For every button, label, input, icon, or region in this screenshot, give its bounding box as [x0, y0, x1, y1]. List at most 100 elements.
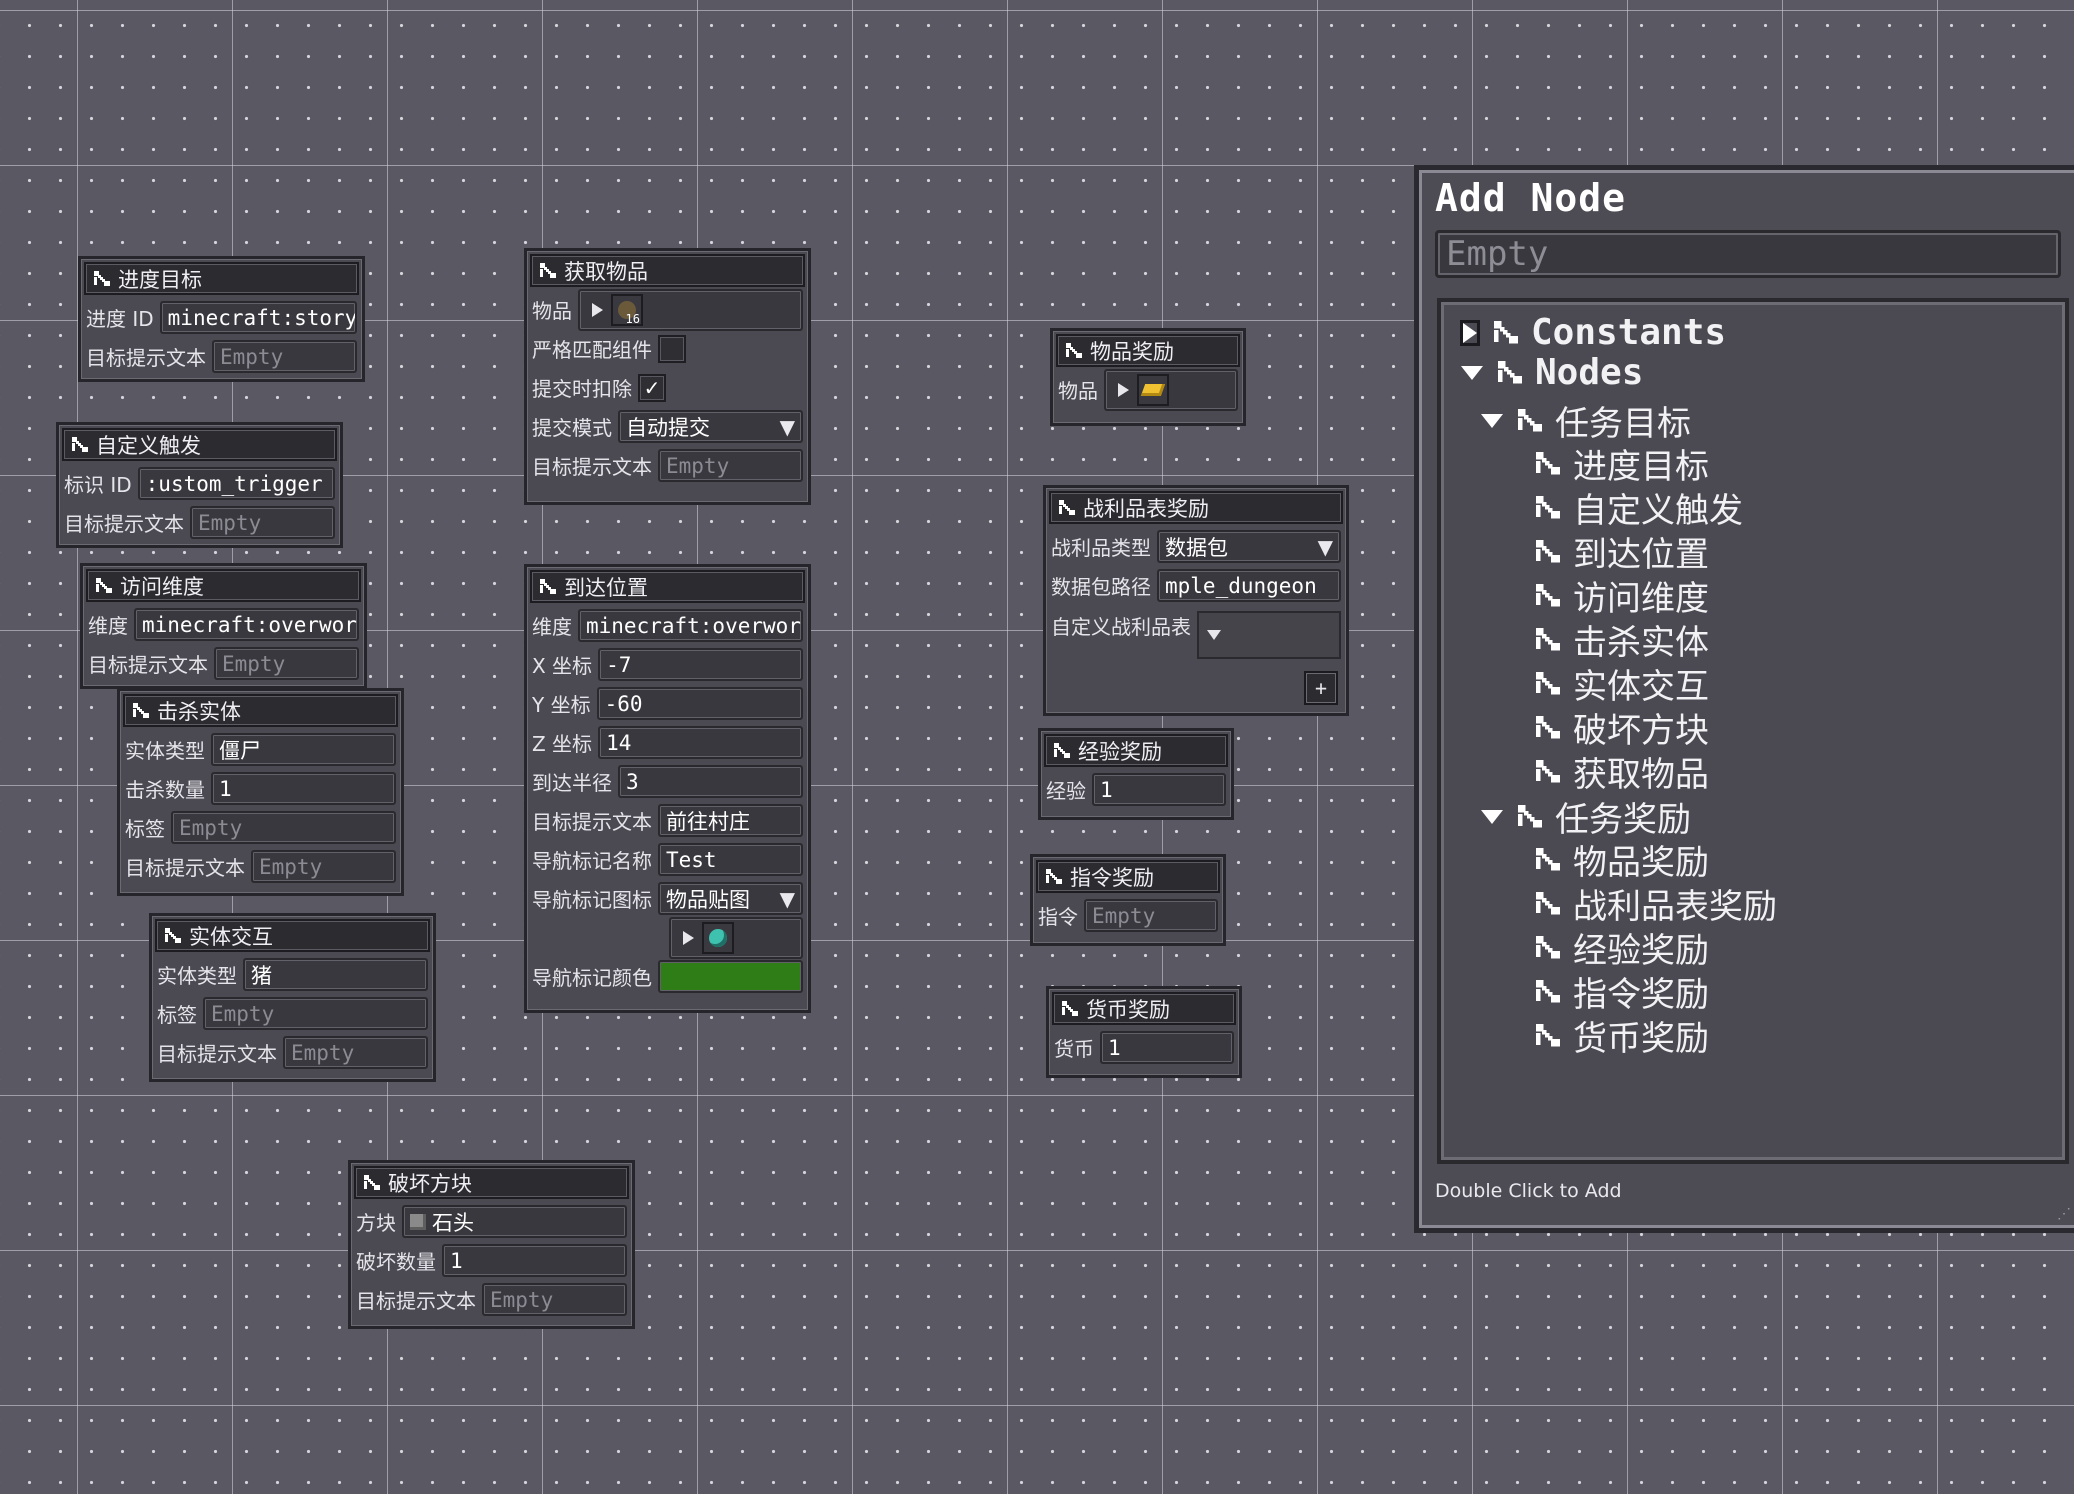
node-entity-interact[interactable]: 实体交互 实体类型猪 标签 Empty 目标提示文本 Empty [149, 913, 436, 1082]
node-title-bar[interactable]: 进度目标 [84, 262, 359, 295]
node-obtain-item[interactable]: 获取物品 物品 16 严格匹配组件 提交时扣除 ✓ 提交模式 自动提交 ▼ 目标提示文本… [524, 248, 811, 505]
item-slot[interactable] [702, 921, 734, 954]
break-count-input[interactable]: 1 [442, 1244, 627, 1277]
triangle-down-icon[interactable] [1481, 413, 1503, 428]
node-tree[interactable]: Constants Nodes 任务目标 进度目标 自定义触发 到达位置 访问维度 击杀… [1437, 298, 2069, 1164]
datapack-path-input[interactable]: mple_dungeon [1157, 569, 1341, 602]
play-icon[interactable] [1118, 382, 1129, 397]
custom-loot-table-list[interactable] [1197, 611, 1341, 659]
node-title-bar[interactable]: 获取物品 [530, 254, 805, 287]
tree-item-objectives-0[interactable]: 进度目标 [1533, 439, 1709, 488]
node-title-bar[interactable]: 实体交互 [155, 919, 430, 952]
tree-item-objectives-5[interactable]: 实体交互 [1533, 659, 1709, 708]
item-slot[interactable]: 16 [611, 293, 643, 326]
tree-item-objectives-6[interactable]: 破坏方块 [1533, 703, 1709, 752]
currency-input[interactable]: 1 [1100, 1031, 1234, 1064]
strict-match-checkbox[interactable] [658, 334, 686, 363]
tree-item-nodes[interactable]: Nodes [1461, 352, 1643, 393]
command-input[interactable]: Empty [1084, 899, 1218, 932]
dimension-input[interactable]: minecraft:overwor [134, 608, 359, 641]
tree-item-objectives-3[interactable]: 访问维度 [1533, 571, 1709, 620]
tree-item-objectives-group[interactable]: 任务目标 [1481, 396, 1691, 445]
add-entry-button[interactable]: + [1304, 671, 1338, 705]
tree-item-rewards-1[interactable]: 战利品表奖励 [1533, 879, 1777, 928]
tree-item-objectives-1[interactable]: 自定义触发 [1533, 483, 1743, 532]
resize-grip-icon[interactable]: ⋰ [2057, 1206, 2071, 1222]
node-break-block[interactable]: 破坏方块 方块 石头 破坏数量 1 目标提示文本 Empty [348, 1160, 635, 1329]
node-xp-reward[interactable]: 经验奖励 经验 1 [1038, 728, 1234, 820]
marker-color-swatch[interactable] [658, 960, 803, 993]
node-search-input[interactable]: Empty [1435, 230, 2061, 278]
item-slot[interactable] [1137, 373, 1169, 406]
tag-input[interactable]: Empty [171, 811, 396, 844]
tree-item-rewards-2[interactable]: 经验奖励 [1533, 923, 1709, 972]
field-label: 进度 ID [86, 307, 154, 331]
node-title-bar[interactable]: 击杀实体 [123, 694, 398, 727]
hint-text-input[interactable]: Empty [283, 1036, 428, 1069]
node-title-bar[interactable]: 指令奖励 [1036, 860, 1220, 893]
hint-text-input[interactable]: Empty [658, 449, 803, 482]
xp-input[interactable]: 1 [1092, 773, 1226, 806]
node-title-bar[interactable]: 物品奖励 [1056, 334, 1240, 367]
node-title-bar[interactable]: 到达位置 [530, 570, 805, 603]
hint-text-input[interactable]: Empty [212, 340, 357, 373]
node-loot-table-reward[interactable]: 战利品表奖励 战利品类型 数据包 ▼ 数据包路径 mple_dungeon 自定义战利… [1043, 485, 1349, 716]
marker-name-input[interactable]: Test [658, 843, 803, 876]
hint-text-input[interactable]: Empty [482, 1283, 627, 1316]
play-icon[interactable] [592, 302, 603, 317]
item-picker[interactable] [1104, 368, 1238, 411]
tree-item-objectives-2[interactable]: 到达位置 [1533, 527, 1709, 576]
tree-item-rewards-group[interactable]: 任务奖励 [1481, 792, 1691, 841]
hint-text-input[interactable]: Empty [214, 647, 359, 680]
node-progress-objective[interactable]: 进度目标 进度 ID minecraft:story 目标提示文本 Empty [78, 256, 365, 382]
loot-type-select[interactable]: 数据包 ▼ [1157, 530, 1341, 563]
node-custom-trigger[interactable]: 自定义触发 标识 ID:ustom_trigger 目标提示文本 Empty [56, 422, 343, 548]
tag-input[interactable]: Empty [203, 997, 428, 1030]
marker-item-picker[interactable] [669, 916, 803, 959]
node-kill-entity[interactable]: 击杀实体 实体类型 僵尸 击杀数量 1 标签 Empty 目标提示文本 Empty [117, 688, 404, 896]
node-reach-location[interactable]: 到达位置 维度 minecraft:overwor X 坐标 -7 Y 坐标 -60 … [524, 564, 811, 1013]
node-currency-reward[interactable]: 货币奖励 货币 1 [1046, 986, 1242, 1078]
marker-icon-select[interactable]: 物品贴图 ▼ [658, 882, 803, 915]
tree-item-rewards-4[interactable]: 货币奖励 [1533, 1011, 1709, 1060]
progress-id-input[interactable]: minecraft:story [159, 301, 357, 334]
z-coordinate-input[interactable]: 14 [598, 726, 803, 759]
node-item-reward[interactable]: 物品奖励 物品 [1050, 328, 1246, 426]
node-title-bar[interactable]: 访问维度 [86, 569, 361, 602]
tree-item-rewards-0[interactable]: 物品奖励 [1533, 835, 1709, 884]
tree-item-constants[interactable]: Constants [1460, 312, 1726, 353]
entity-type-input[interactable]: 僵尸 [211, 733, 396, 766]
item-picker[interactable]: 16 [578, 288, 803, 331]
block-input[interactable]: 石头 [402, 1205, 627, 1238]
y-coordinate-input[interactable]: -60 [596, 687, 803, 720]
tree-item-objectives-7[interactable]: 获取物品 [1533, 747, 1709, 796]
play-icon[interactable] [683, 930, 694, 945]
node-command-reward[interactable]: 指令奖励 指令 Empty [1030, 854, 1226, 946]
submit-mode-select[interactable]: 自动提交 ▼ [618, 410, 803, 443]
trigger-id-input[interactable]: :ustom_trigger [137, 467, 335, 500]
node-title-bar[interactable]: 货币奖励 [1052, 992, 1236, 1025]
deduct-checkbox[interactable]: ✓ [638, 373, 666, 402]
hint-text-input[interactable]: Empty [251, 850, 396, 883]
tree-item-objectives-4[interactable]: 击杀实体 [1533, 615, 1709, 664]
node-title: 自定义触发 [96, 433, 201, 458]
hint-text-input[interactable]: Empty [190, 506, 335, 539]
hint-text-input[interactable]: 前往村庄 [658, 804, 803, 837]
node-title-bar[interactable]: 经验奖励 [1044, 734, 1228, 767]
node-title-bar[interactable]: 破坏方块 [354, 1166, 629, 1199]
node-title: 战利品表奖励 [1083, 496, 1209, 521]
node-title-bar[interactable]: 战利品表奖励 [1049, 491, 1343, 524]
kill-count-input[interactable]: 1 [211, 772, 396, 805]
add-node-panel[interactable]: Add Node Empty Constants Nodes 任务目标 进度目标… [1414, 165, 2074, 1233]
node-visit-dimension[interactable]: 访问维度 维度 minecraft:overwor 目标提示文本 Empty [80, 563, 367, 689]
dimension-input[interactable]: minecraft:overwor [578, 609, 803, 642]
triangle-down-icon[interactable] [1461, 365, 1483, 380]
collapse-icon[interactable] [1207, 630, 1221, 640]
tree-item-rewards-3[interactable]: 指令奖励 [1533, 967, 1709, 1016]
node-title-bar[interactable]: 自定义触发 [62, 428, 337, 461]
x-coordinate-input[interactable]: -7 [598, 648, 803, 681]
triangle-down-icon[interactable] [1481, 809, 1503, 824]
triangle-right-icon[interactable] [1460, 319, 1480, 346]
entity-type-input[interactable]: 猪 [243, 958, 428, 991]
radius-input[interactable]: 3 [618, 765, 803, 798]
